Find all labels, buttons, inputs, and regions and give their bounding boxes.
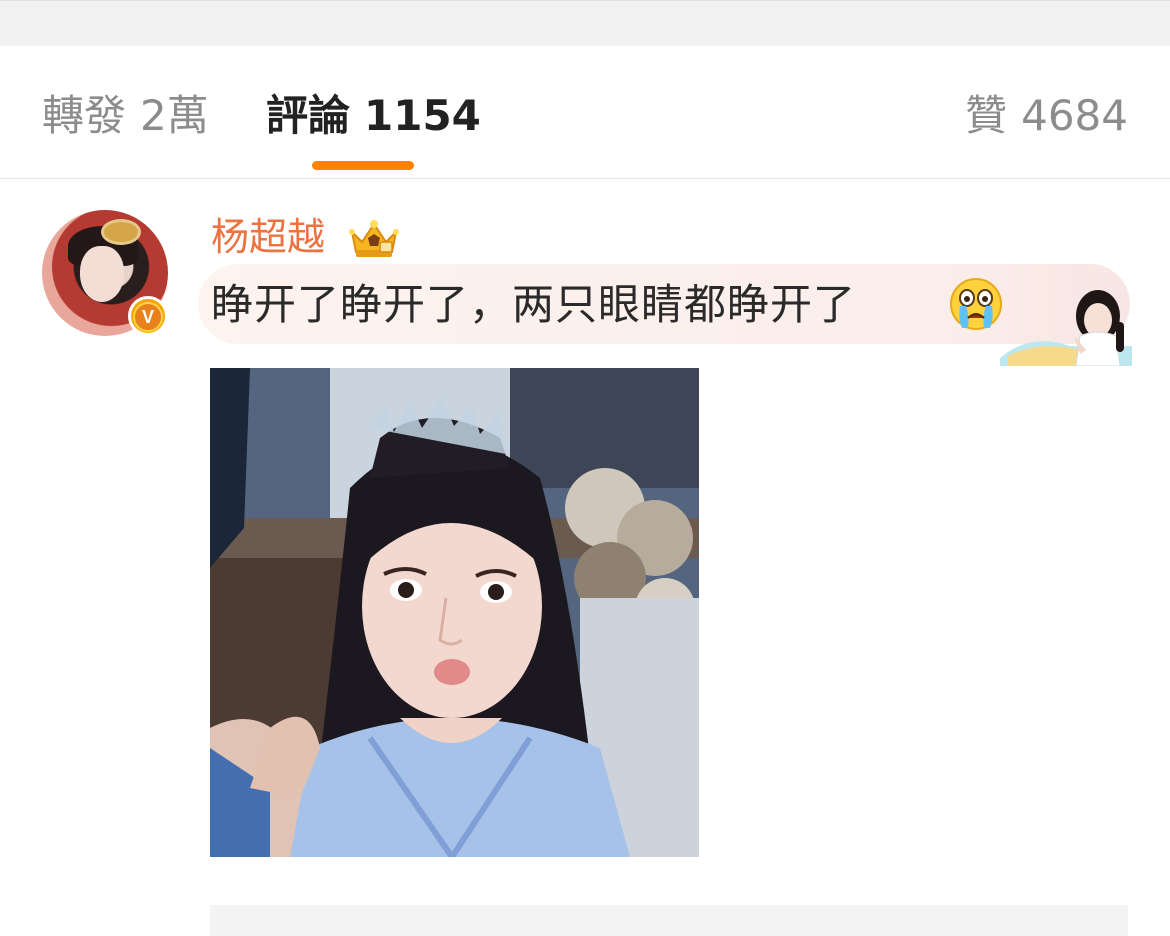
tab-like-count: 4684 (1021, 91, 1128, 140)
crown-icon (349, 220, 399, 257)
avatar-face (80, 246, 124, 302)
bubble-decoration (1000, 290, 1132, 366)
comment-item: V 杨超越 睁开了睁开了，两只眼睛都睁开了 (0, 180, 1170, 936)
tab-comment-label: 評論 (266, 91, 351, 140)
username[interactable]: 杨超越 (211, 212, 325, 262)
tab-comment[interactable]: 評論 1154 (266, 86, 481, 146)
comment-page: 轉發 2萬 評論 1154 贊 4684 V 杨超越 睁开了睁开了，两只眼睛都睁… (0, 0, 1170, 936)
crying-face-icon (950, 278, 1002, 330)
verified-badge-label: V (133, 302, 163, 332)
comment-text: 睁开了睁开了，两只眼睛都睁开了 (211, 280, 857, 329)
tab-forward-label: 轉發 (42, 91, 127, 140)
active-tab-indicator (312, 161, 414, 170)
section-divider (0, 0, 1170, 46)
avatar-ornament (104, 222, 138, 242)
post-image[interactable] (210, 368, 699, 857)
tab-forward-count: 2萬 (140, 91, 209, 140)
tab-like[interactable]: 贊 4684 (965, 86, 1128, 146)
tab-comment-count: 1154 (364, 91, 481, 140)
tab-like-label: 贊 (965, 91, 1008, 140)
tab-forward[interactable]: 轉發 2萬 (42, 86, 209, 146)
tab-bar: 轉發 2萬 評論 1154 贊 4684 (0, 46, 1170, 179)
next-item-preview (210, 905, 1128, 936)
verified-icon: V (128, 296, 168, 336)
